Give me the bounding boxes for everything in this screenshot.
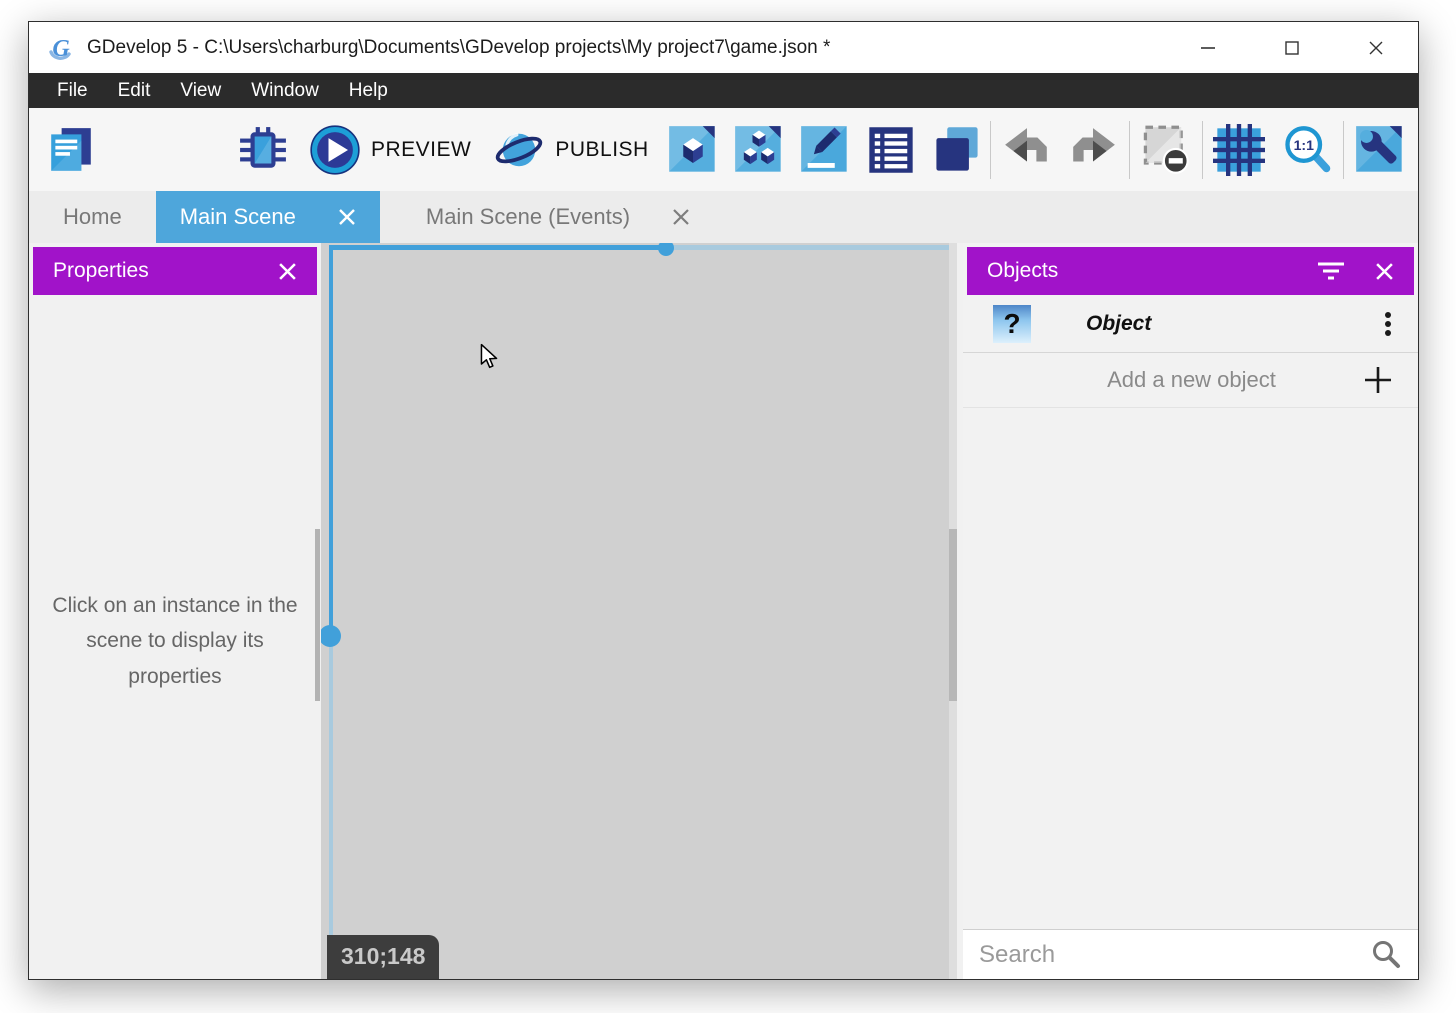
preview-label: PREVIEW [371, 138, 471, 162]
close-button[interactable] [1334, 22, 1418, 73]
cubes-group-icon [733, 124, 785, 176]
filter-icon[interactable] [1317, 260, 1345, 282]
tab-main-scene-events[interactable]: Main Scene (Events) [398, 191, 718, 243]
mouse-cursor [476, 343, 502, 371]
objects-panel: Objects ? Object [963, 243, 1418, 979]
toolbar: PREVIEW PUBLISH [29, 108, 1418, 191]
tab-label: Main Scene (Events) [426, 204, 630, 230]
window-title: GDevelop 5 - C:\Users\charburg\Documents… [87, 37, 830, 59]
canvas-vertical-scrollbar[interactable] [949, 243, 957, 979]
clear-selection-icon [1140, 124, 1192, 176]
object-list-item[interactable]: ? Object [963, 295, 1418, 353]
window-controls [1166, 22, 1418, 73]
toolbar-separator [1202, 121, 1203, 179]
objects-panel-header: Objects [967, 247, 1414, 295]
wrench-icon [1354, 124, 1406, 176]
title-bar: G GDevelop 5 - C:\Users\charburg\Documen… [29, 22, 1418, 73]
list-icon [865, 124, 917, 176]
main-area: Properties Click on an instance in the s… [29, 243, 1418, 979]
properties-empty-message: Click on an instance in the scene to dis… [47, 588, 303, 694]
grid-icon [1213, 124, 1265, 176]
scrollbar-thumb[interactable] [949, 529, 957, 701]
menu-help[interactable]: Help [334, 73, 403, 108]
left-resize-handle[interactable] [321, 625, 341, 647]
menu-file[interactable]: File [42, 73, 103, 108]
objects-list-empty-area [963, 408, 1418, 929]
objects-panel-title: Objects [987, 259, 1058, 283]
gdevelop-logo-icon: G [45, 33, 75, 63]
publish-label: PUBLISH [555, 138, 648, 162]
zoom-original-button[interactable]: 1:1 [1281, 124, 1333, 176]
tab-label: Home [63, 204, 122, 230]
scene-tools-button[interactable] [1354, 124, 1406, 176]
scene-properties-button[interactable] [799, 124, 851, 176]
redo-icon [1068, 125, 1118, 175]
scene-canvas[interactable]: 310;148 [321, 243, 949, 979]
undo-icon [1002, 125, 1052, 175]
properties-panel: Properties Click on an instance in the s… [29, 243, 321, 979]
play-icon [309, 124, 361, 176]
properties-panel-title: Properties [53, 259, 149, 283]
bug-icon [238, 125, 288, 175]
search-input[interactable] [979, 941, 1370, 969]
scene-border-top-right [666, 245, 949, 250]
preview-button[interactable]: PREVIEW [309, 124, 471, 176]
maximize-button[interactable] [1250, 22, 1334, 73]
tab-label: Main Scene [180, 204, 296, 230]
close-icon[interactable] [1375, 262, 1394, 281]
menu-bar: File Edit View Window Help [29, 73, 1418, 108]
toolbar-separator [990, 121, 991, 179]
cursor-coordinates-badge: 310;148 [327, 935, 439, 979]
top-resize-handle[interactable] [658, 243, 674, 256]
add-object-label: Add a new object [989, 367, 1364, 393]
object-menu-icon[interactable] [1384, 311, 1392, 337]
properties-scrollbar[interactable] [315, 529, 320, 701]
debugger-button[interactable] [237, 124, 289, 176]
svg-text:G: G [52, 36, 70, 62]
search-icon [1370, 939, 1402, 971]
menu-window[interactable]: Window [236, 73, 334, 108]
layers-editor-button[interactable] [931, 124, 983, 176]
close-icon[interactable] [278, 262, 297, 281]
tab-close-icon[interactable] [672, 208, 690, 226]
tab-close-icon[interactable] [338, 208, 356, 226]
project-manager-icon [46, 125, 96, 175]
search-bar [963, 929, 1418, 979]
menu-view[interactable]: View [165, 73, 236, 108]
menu-edit[interactable]: Edit [103, 73, 166, 108]
instances-list-button[interactable] [865, 124, 917, 176]
tab-bar: Home Main Scene Main Scene (Events) [29, 191, 1418, 243]
tab-main-scene[interactable]: Main Scene [156, 191, 380, 243]
objects-editor-button[interactable] [667, 124, 719, 176]
deselect-all-button[interactable] [1140, 124, 1192, 176]
object-name: Object [1086, 312, 1151, 336]
toolbar-separator [1129, 121, 1130, 179]
toggle-grid-button[interactable] [1213, 124, 1265, 176]
zoom-1-1-icon: 1:1 [1281, 124, 1333, 176]
redo-button[interactable] [1067, 124, 1119, 176]
properties-panel-header: Properties [33, 247, 317, 295]
globe-icon [493, 124, 545, 176]
scene-border-top [329, 245, 666, 250]
cube-page-icon [667, 124, 719, 176]
layers-icon [931, 124, 983, 176]
question-mark-icon: ? [993, 305, 1031, 343]
scene-border-left-lower [329, 636, 333, 979]
plus-icon[interactable] [1364, 366, 1392, 394]
undo-button[interactable] [1001, 124, 1053, 176]
pencil-icon [799, 124, 851, 176]
object-groups-button[interactable] [733, 124, 785, 176]
toolbar-separator [1343, 121, 1344, 179]
add-object-row[interactable]: Add a new object [963, 353, 1418, 408]
project-manager-button[interactable] [45, 124, 97, 176]
gdevelop-window: G GDevelop 5 - C:\Users\charburg\Documen… [28, 21, 1419, 980]
publish-button[interactable]: PUBLISH [493, 124, 648, 176]
tab-home[interactable]: Home [29, 191, 156, 243]
minimize-button[interactable] [1166, 22, 1250, 73]
scene-border-left [329, 245, 333, 636]
svg-text:1:1: 1:1 [1294, 137, 1315, 153]
